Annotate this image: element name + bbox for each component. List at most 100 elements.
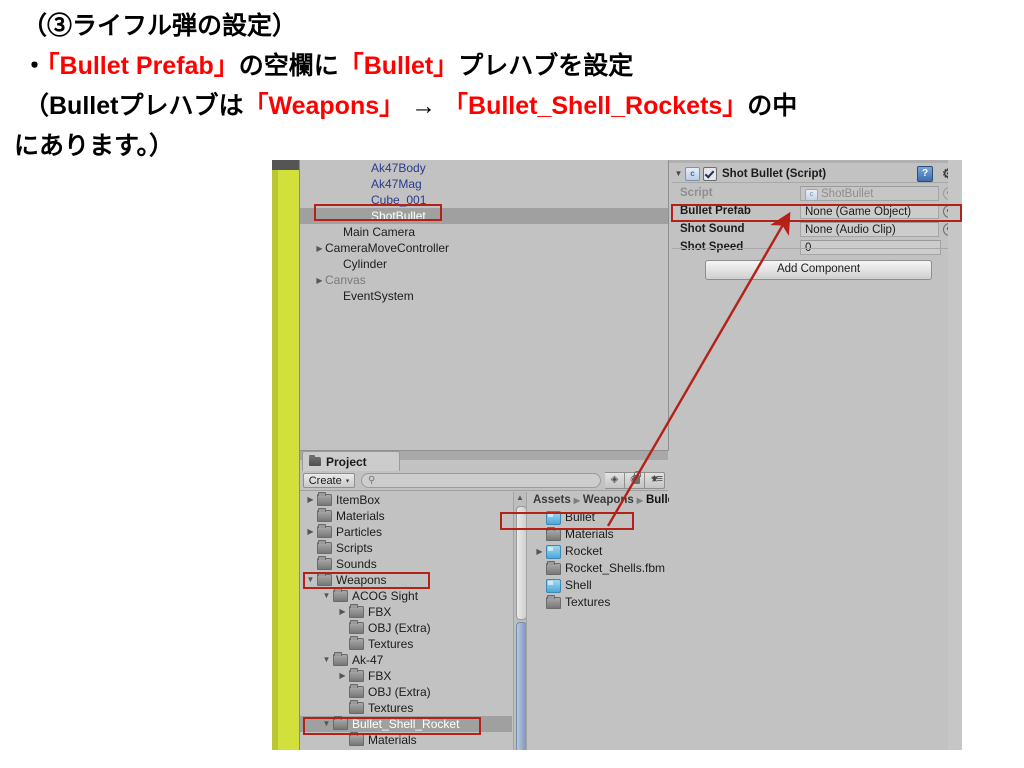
asset-item-materials[interactable]: ▶ Materials	[527, 526, 669, 543]
project-tree-item-fbx[interactable]: ▶ FBX	[300, 668, 512, 684]
hierarchy-item-ak47body[interactable]: ▶Ak47Body	[300, 160, 668, 176]
hierarchy-item-main-camera[interactable]: ▶Main Camera	[300, 224, 668, 240]
hierarchy-item-eventsystem[interactable]: ▶EventSystem	[300, 288, 668, 304]
chevron-right-icon[interactable]: ▶	[336, 668, 349, 684]
create-button-label: Create	[308, 474, 342, 487]
hierarchy-row-list: ▶Ak47Body▶Ak47Mag▶Cube_001▶ShotBullet▶Ma…	[300, 160, 668, 304]
property-value-field[interactable]: None (Game Object)	[800, 203, 939, 219]
breadcrumb-item-bulle[interactable]: Bulle	[646, 494, 669, 506]
hierarchy-item-ak47mag[interactable]: ▶Ak47Mag	[300, 176, 668, 192]
chevron-down-icon[interactable]: ▼	[320, 716, 333, 732]
project-folder-tree[interactable]: ▶ ItemBox ▶ Materials ▶ Particles ▶ Scripts ▶ Sou…	[300, 492, 512, 750]
folder-icon	[349, 700, 364, 714]
filter-by-type-icon[interactable]: ◈	[605, 472, 625, 489]
bullet-shell-rockets-term: 「Bullet_Shell_Rockets」	[443, 92, 748, 120]
project-tree-item-scripts[interactable]: ▶ Scripts	[300, 540, 512, 556]
property-label: Script	[680, 187, 713, 199]
add-component-button[interactable]: Add Component	[705, 260, 932, 280]
project-tree-item-fbx[interactable]: ▶ FBX	[300, 604, 512, 620]
tab-project[interactable]: Project	[302, 451, 400, 471]
chevron-down-icon[interactable]: ▼	[320, 588, 333, 604]
inspector-panel[interactable]: ▼ c Shot Bullet (Script) ? ⚙ Script cShot…	[669, 160, 962, 750]
arrow-glyph: →	[404, 92, 444, 120]
folder-icon	[317, 508, 332, 522]
hierarchy-item-cylinder[interactable]: ▶Cylinder	[300, 256, 668, 272]
chevron-down-icon[interactable]: ▼	[320, 652, 333, 668]
search-input[interactable]: ⚲	[361, 473, 601, 488]
hierarchy-item-cameramovecontroller[interactable]: ▶ CameraMoveController	[300, 240, 668, 256]
property-value-field[interactable]: 0	[800, 239, 941, 255]
component-title: Shot Bullet (Script)	[722, 167, 827, 180]
search-icon: ⚲	[368, 475, 376, 486]
chevron-down-icon[interactable]: ▼	[304, 572, 317, 588]
property-row-script[interactable]: Script c ShotBullet	[672, 184, 959, 202]
property-value-field[interactable]: None (Audio Clip)	[800, 221, 939, 237]
hierarchy-item-canvas[interactable]: ▶ Canvas	[300, 272, 668, 288]
folder-icon	[349, 684, 364, 698]
property-value-text: None (Game Object)	[805, 205, 912, 218]
asset-item-bullet[interactable]: ▶ Bullet	[527, 509, 669, 526]
asset-item-rocket[interactable]: ▶ Rocket	[527, 543, 669, 560]
project-tree-item-ak-47[interactable]: ▼ Ak-47	[300, 652, 512, 668]
project-tree-item-obj-extra-[interactable]: ▶ OBJ (Extra)	[300, 620, 512, 636]
project-tree-scrollbar[interactable]: ▲	[513, 492, 527, 750]
slide-text-block: （③ライフル弾の設定） ・「Bullet Prefab」の空欄に「Bullet」…	[14, 6, 1014, 166]
tab-project-label: Project	[326, 454, 367, 469]
inspector-top-edge	[669, 160, 962, 163]
property-value-text: None (Audio Clip)	[805, 223, 896, 236]
spacer-icon: ▶	[336, 700, 349, 716]
folder-icon	[546, 594, 561, 609]
project-tree-item-materials[interactable]: ▶ Materials	[300, 508, 512, 524]
project-tree-item-bullet-shell-rocket[interactable]: ▼ Bullet_Shell_Rocket	[300, 716, 512, 732]
chevron-right-icon[interactable]: ▶	[314, 273, 325, 289]
project-tree-item-textures[interactable]: ▶ Textures	[300, 700, 512, 716]
project-panel[interactable]: Project Create ▾ ⚲ ◈ ◉ ★ ▾≡ ▶ ItemBox ▶ Mat…	[300, 451, 669, 750]
hierarchy-item-shotbullet[interactable]: ▶ShotBullet	[300, 208, 668, 224]
chevron-right-icon[interactable]: ▶	[533, 543, 546, 560]
asset-item-shell[interactable]: ▶ Shell	[527, 577, 669, 594]
breadcrumb[interactable]: Assets▶Weapons▶Bulle	[527, 492, 669, 509]
component-header-shot-bullet[interactable]: ▼ c Shot Bullet (Script) ? ⚙	[672, 165, 959, 183]
inspector-right-edge	[948, 160, 962, 750]
spacer-icon: ▶	[336, 636, 349, 652]
project-tree-item-acog-sight[interactable]: ▼ ACOG Sight	[300, 588, 512, 604]
slide-line-2-mid: の空欄に	[238, 52, 339, 80]
property-value-field[interactable]: c ShotBullet	[800, 185, 939, 201]
chevron-right-icon[interactable]: ▶	[304, 524, 317, 540]
breadcrumb-item-assets[interactable]: Assets	[533, 494, 571, 506]
project-tree-item-sounds[interactable]: ▶ Sounds	[300, 556, 512, 572]
project-tree-item-textures[interactable]: ▶ Textures	[300, 636, 512, 652]
create-button[interactable]: Create ▾	[303, 473, 355, 488]
lock-icon[interactable]	[633, 471, 641, 484]
project-tree-item-particles[interactable]: ▶ Particles	[300, 524, 512, 540]
asset-item-label: Shell	[565, 578, 592, 592]
component-enabled-checkbox[interactable]	[703, 166, 717, 181]
property-row-shot-speed[interactable]: Shot Speed 0	[672, 238, 959, 256]
chevron-right-icon[interactable]: ▶	[314, 241, 325, 257]
slide-line-2: ・「Bullet Prefab」の空欄に「Bullet」プレハブを設定	[22, 46, 1014, 86]
panel-menu-icon[interactable]: ▾≡	[652, 474, 663, 485]
help-icon[interactable]: ?	[917, 166, 933, 182]
project-tree-item-obj-extra-[interactable]: ▶ OBJ (Extra)	[300, 684, 512, 700]
project-tree-item-weapons[interactable]: ▼ Weapons	[300, 572, 512, 588]
chevron-right-icon[interactable]: ▶	[304, 492, 317, 508]
folder-icon	[317, 572, 332, 586]
project-tree-item-itembox[interactable]: ▶ ItemBox	[300, 492, 512, 508]
hierarchy-item-label: Cylinder	[343, 257, 388, 271]
project-toolbar: Create ▾ ⚲ ◈ ◉ ★ ▾≡	[300, 471, 668, 491]
chevron-right-icon[interactable]: ▶	[336, 604, 349, 620]
spacer-icon: ▶	[533, 577, 546, 594]
project-tree-item-materials[interactable]: ▶ Materials	[300, 732, 512, 748]
chevron-down-icon[interactable]: ▼	[672, 169, 685, 178]
spacer-icon: ▶	[304, 556, 317, 572]
hierarchy-panel[interactable]: ▶Ak47Body▶Ak47Mag▶Cube_001▶ShotBullet▶Ma…	[300, 160, 669, 451]
property-row-shot-sound[interactable]: Shot Sound None (Audio Clip)	[672, 220, 959, 238]
hierarchy-item-cube-001[interactable]: ▶Cube_001	[300, 192, 668, 208]
asset-item-textures[interactable]: ▶ Textures	[527, 594, 669, 611]
spacer-icon: ▶	[332, 225, 343, 241]
breadcrumb-item-weapons[interactable]: Weapons	[583, 494, 634, 506]
project-content-list[interactable]: Assets▶Weapons▶Bulle ▶Bullet▶Materials▶R…	[526, 492, 669, 750]
asset-item-rocket-shells-fbm[interactable]: ▶ Rocket_Shells.fbm	[527, 560, 669, 577]
scroll-up-icon[interactable]: ▲	[515, 492, 525, 503]
property-row-bullet-prefab[interactable]: Bullet Prefab None (Game Object)	[672, 202, 959, 220]
